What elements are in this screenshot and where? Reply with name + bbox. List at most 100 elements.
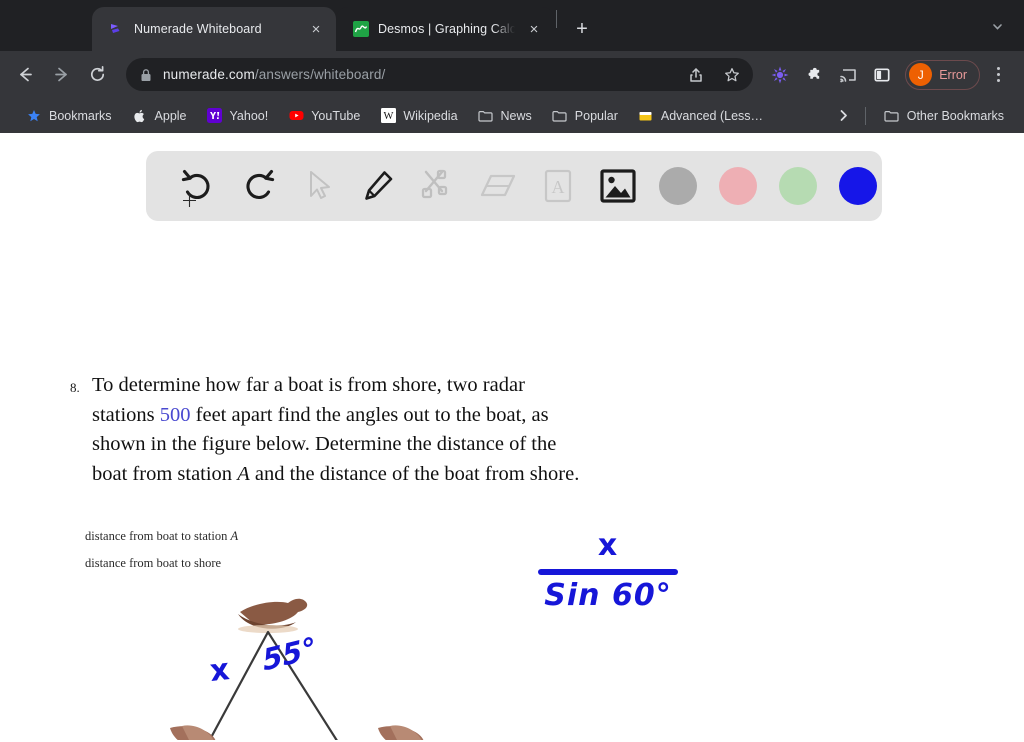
bookmarks-divider	[864, 106, 866, 125]
answer-line-station-a: distance from boat to station A	[85, 529, 238, 544]
swatch-fill	[659, 167, 697, 205]
image-icon[interactable]	[588, 159, 648, 213]
url-text: numerade.com/answers/whiteboard/	[163, 67, 673, 82]
browser-toolbar: numerade.com/answers/whiteboard/ J Error	[0, 51, 1024, 98]
reload-button[interactable]	[80, 58, 114, 92]
side-panel-icon[interactable]	[867, 60, 897, 90]
radar-station-b	[378, 725, 424, 740]
bookmark-item-bookmarks[interactable]: Bookmarks	[16, 103, 122, 129]
bookmark-label: Wikipedia	[403, 108, 458, 123]
share-icon[interactable]	[683, 62, 709, 88]
url-domain: numerade.com	[163, 67, 255, 82]
fraction-denominator: Sin 60°	[544, 578, 672, 613]
purple-star-extension-icon[interactable]	[765, 60, 795, 90]
answer-line-text: distance from boat to station	[85, 529, 231, 543]
bookmark-item-wikipedia[interactable]: W Wikipedia	[370, 103, 467, 129]
question-text-part-3: and the distance of the boat from shore.	[249, 463, 580, 486]
tab-desmos-graphing-calculator[interactable]: Desmos | Graphing Calculator ×	[336, 7, 554, 51]
lock-icon	[140, 68, 153, 82]
profile-error-chip[interactable]: J Error	[905, 59, 980, 90]
pen-icon[interactable]	[348, 159, 408, 213]
url-path: /answers/whiteboard/	[254, 67, 386, 82]
bookmark-item-yahoo[interactable]: Yahoo!	[197, 103, 279, 129]
puzzle-extension-icon[interactable]	[799, 60, 829, 90]
bookmark-label: Popular	[574, 108, 618, 123]
back-button[interactable]	[8, 58, 42, 92]
svg-text:W: W	[383, 111, 393, 122]
tab-title: Desmos | Graphing Calculator	[378, 22, 515, 36]
tab-search-chevron-down-icon[interactable]	[984, 13, 1010, 39]
tab-separator	[556, 10, 557, 28]
whiteboard-canvas[interactable]: A 8. To determine how far a boat is from…	[0, 133, 1024, 740]
whiteboard-toolbar: A	[146, 151, 882, 221]
address-bar[interactable]: numerade.com/answers/whiteboard/	[126, 58, 754, 91]
radar-station-a	[170, 725, 216, 740]
bookmark-item-news[interactable]: News	[468, 103, 542, 129]
tab-title: Numerade Whiteboard	[134, 22, 262, 36]
undo-icon[interactable]	[168, 159, 228, 213]
bookmark-label: YouTube	[311, 108, 361, 123]
question-block: 8. To determine how far a boat is from s…	[70, 371, 590, 490]
handwritten-fraction-work: x Sin 60°	[528, 531, 688, 611]
blue-star-icon	[26, 108, 42, 124]
swatch-fill	[719, 167, 757, 205]
forward-button[interactable]	[44, 58, 78, 92]
bookmark-label: Yahoo!	[229, 108, 269, 123]
browser-chrome: Numerade Whiteboard × Desmos | Graphing …	[0, 0, 1024, 133]
boat-illustration	[238, 598, 308, 633]
close-icon[interactable]: ×	[306, 19, 326, 39]
color-swatch-gray[interactable]	[648, 159, 708, 213]
yahoo-icon	[207, 108, 223, 124]
bookmark-label: News	[500, 108, 532, 123]
fraction-numerator: x	[597, 528, 619, 563]
desmos-icon	[352, 21, 369, 38]
svg-text:A: A	[552, 177, 565, 197]
color-swatch-blue[interactable]	[828, 159, 888, 213]
bookmark-label: Other Bookmarks	[906, 108, 1004, 123]
avatar: J	[909, 63, 933, 86]
bookmark-item-apple[interactable]: Apple	[122, 103, 197, 129]
bookmark-label: Advanced (Less…	[660, 108, 764, 123]
redo-icon[interactable]	[228, 159, 288, 213]
numerade-icon	[108, 21, 125, 38]
folder-icon	[478, 108, 494, 124]
fraction-bar	[538, 569, 678, 575]
folder-icon	[552, 108, 568, 124]
new-tab-button[interactable]: +	[567, 14, 597, 44]
bookmark-item-other-bookmarks[interactable]: Other Bookmarks	[874, 103, 1014, 129]
yellow-folder-icon	[638, 108, 654, 124]
color-swatch-green[interactable]	[768, 159, 828, 213]
tab-strip: Numerade Whiteboard × Desmos | Graphing …	[0, 0, 1024, 51]
bookmark-label: Bookmarks	[49, 108, 112, 123]
swatch-fill	[839, 167, 877, 205]
bookmark-item-youtube[interactable]: YouTube	[278, 103, 370, 129]
answer-line-italic: A	[230, 529, 239, 543]
chevron-right-icon[interactable]	[831, 103, 857, 129]
bookmarks-bar: Bookmarks Apple Yahoo! YouTube W Wikiped…	[0, 98, 1024, 133]
handwritten-x-on-side: x	[208, 652, 232, 689]
question-highlight-value: 500	[159, 403, 191, 426]
question-station-label: A	[237, 463, 250, 486]
question-number: 8.	[70, 380, 80, 395]
cast-icon[interactable]	[833, 60, 863, 90]
eraser-icon[interactable]	[468, 159, 528, 213]
bookmark-item-advanced[interactable]: Advanced (Less…	[628, 103, 773, 129]
bookmark-label: Apple	[154, 108, 187, 123]
star-icon[interactable]	[719, 62, 745, 88]
answer-line-text: distance from boat to shore	[85, 556, 222, 570]
close-icon[interactable]: ×	[524, 19, 544, 39]
color-swatch-pink[interactable]	[708, 159, 768, 213]
question-text: To determine how far a boat is from shor…	[92, 371, 590, 490]
folder-icon	[884, 108, 900, 124]
bookmark-item-popular[interactable]: Popular	[542, 103, 628, 129]
status-badge: Error	[939, 67, 967, 82]
kebab-menu-icon[interactable]	[984, 60, 1012, 90]
swatch-fill	[779, 167, 817, 205]
wikipedia-icon: W	[380, 108, 396, 124]
tab-numerade-whiteboard[interactable]: Numerade Whiteboard ×	[92, 7, 336, 51]
shapes-tools-icon[interactable]	[408, 159, 468, 213]
youtube-icon	[288, 108, 304, 124]
answer-line-shore: distance from boat to shore	[85, 556, 221, 571]
select-cursor-icon[interactable]	[288, 159, 348, 213]
text-box-icon[interactable]: A	[528, 159, 588, 213]
